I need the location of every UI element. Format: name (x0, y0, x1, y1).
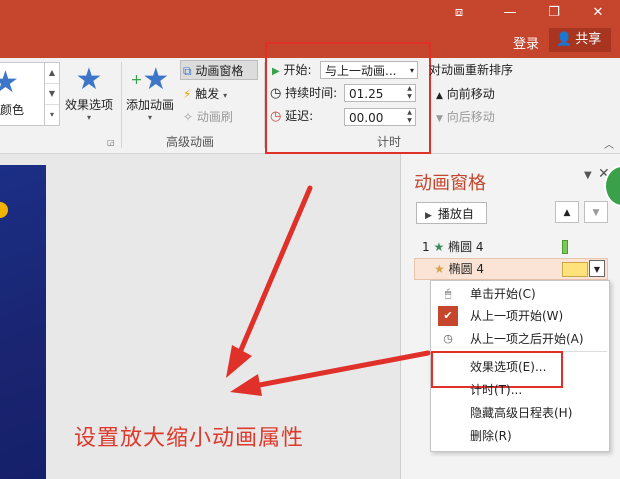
duration-input[interactable]: 01.25 ▲ ▼ (344, 84, 416, 102)
animation-painter-button[interactable]: ✧ 动画刷 (183, 107, 233, 127)
start-label: 开始: (283, 63, 312, 77)
menu-item-timing[interactable]: 计时(T)... (470, 380, 522, 400)
timing-bar (562, 240, 568, 254)
scroll-up-icon[interactable]: ▲ (45, 63, 59, 84)
animation-pane-title: 动画窗格 (414, 173, 486, 194)
star-icon: ★ (434, 262, 445, 276)
spin-down-icon[interactable]: ▼ (404, 93, 415, 101)
start-value: 与上一动画... (325, 64, 397, 78)
down-arrow-icon: ▼ (436, 114, 443, 124)
menu-item-after-previous[interactable]: 从上一项之后开始(A) (470, 329, 584, 349)
mouse-icon: 🖱 (444, 287, 452, 300)
caption-text: 设置放大缩小动画属性 (74, 426, 305, 451)
scroll-down-icon[interactable]: ▼ (45, 84, 59, 105)
animation-pane-icon: ⧉ (183, 64, 192, 78)
effect-options-button[interactable]: ★ 效果选项 ▾ (62, 62, 116, 123)
reorder-title: 对动画重新排序 (429, 63, 514, 77)
animation-painter-label: 动画刷 (196, 110, 233, 124)
menu-item-delete[interactable]: 删除(R) (470, 426, 512, 446)
ribbon-display-icon[interactable]: ⧈ (447, 4, 471, 22)
move-up-button[interactable]: ▲ (555, 201, 579, 223)
ribbon-separator (121, 62, 122, 148)
check-icon: ✔ (438, 306, 458, 326)
move-later-button[interactable]: ▼ 向后移动 (436, 107, 495, 127)
painter-icon: ✧ (183, 110, 194, 124)
play-icon: ▶ (425, 211, 432, 221)
list-item[interactable]: 1 ★ 椭圆 4 (422, 237, 484, 257)
gallery-label: 颜色 (0, 103, 25, 117)
delay-clock-icon: ◷ (270, 109, 282, 124)
start-label-row: ▶ 开始: (272, 60, 312, 80)
play-from-button[interactable]: ▶ 播放自 (416, 202, 487, 224)
delay-label-row: ◷ 延迟: (270, 106, 313, 126)
duration-label-row: ◷ 持续时间: (270, 83, 337, 103)
delay-input[interactable]: 00.00 ▲ ▼ (344, 108, 416, 126)
restore-icon[interactable]: ❐ (542, 4, 566, 22)
menu-item-hide-timeline[interactable]: 隐藏高级日程表(H) (470, 403, 572, 423)
login-link[interactable]: 登录 (513, 33, 539, 52)
animation-gallery[interactable]: ★ 颜色 (0, 62, 45, 126)
share-button[interactable]: 👤 共享 (549, 28, 611, 52)
duration-label: 持续时间: (285, 86, 338, 100)
trigger-button[interactable]: ⚡ 触发 ▾ (183, 84, 227, 104)
timing-bar (562, 262, 588, 277)
advanced-animation-group-label: 高级动画 (166, 135, 215, 149)
animation-pane-label: 动画窗格 (195, 64, 244, 78)
move-later-label: 向后移动 (446, 110, 495, 124)
move-earlier-button[interactable]: ▲ 向前移动 (436, 84, 495, 104)
timing-group-label: 计时 (377, 135, 402, 149)
animation-pane-button[interactable]: ⧉ 动画窗格 (180, 60, 258, 80)
close-icon[interactable]: ✕ (586, 4, 610, 22)
clock-icon: ◷ (443, 332, 453, 345)
star-icon: ★ (75, 62, 103, 97)
item-dropdown-button[interactable]: ▼ (589, 260, 605, 277)
clock-icon: ◷ (270, 86, 282, 101)
user-icon: 👤 (556, 32, 573, 47)
move-earlier-label: 向前移动 (446, 87, 495, 101)
spin-up-icon[interactable]: ▲ (404, 109, 415, 117)
menu-item-on-click[interactable]: 单击开始(C) (470, 284, 536, 304)
list-item[interactable]: ★ 椭圆 4 (434, 259, 484, 279)
duration-spinner[interactable]: ▲ ▼ (404, 85, 415, 101)
chevron-down-icon: ▾ (86, 113, 91, 122)
delay-label: 延迟: (285, 109, 314, 123)
play-icon: ▶ (272, 66, 280, 77)
lightning-icon: ⚡ (183, 87, 192, 101)
item-name: 椭圆 4 (448, 262, 485, 276)
item-number: 1 (422, 240, 430, 254)
star-icon: ★ (0, 65, 19, 100)
chevron-down-icon: ▾ (409, 66, 414, 75)
minimize-icon[interactable]: — (498, 4, 522, 22)
trigger-label: 触发 (195, 87, 220, 101)
collapse-ribbon-icon[interactable]: ︿ (604, 136, 614, 151)
up-arrow-icon: ▲ (436, 91, 443, 101)
item-name: 椭圆 4 (448, 240, 484, 254)
chevron-down-icon: ▾ (223, 91, 228, 100)
move-down-button[interactable]: ▼ (584, 201, 608, 223)
play-from-label: 播放自 (437, 207, 474, 221)
duration-value: 01.25 (349, 87, 384, 101)
share-label: 共享 (575, 32, 602, 47)
menu-item-effect-options[interactable]: 效果选项(E)... (470, 357, 546, 377)
gallery-scroll[interactable]: ▲ ▼ ▾ (44, 62, 60, 126)
dialog-launcher-icon[interactable]: ◲ (107, 138, 115, 147)
add-animation-label: 添加动画 (125, 98, 174, 112)
start-select[interactable]: 与上一动画... ▾ (320, 61, 418, 79)
add-animation-button[interactable]: +★ 添加动画 ▾ (124, 62, 176, 123)
effect-options-label: 效果选项 (64, 98, 113, 112)
spin-up-icon[interactable]: ▲ (404, 85, 415, 93)
pane-options-icon[interactable]: ▼ (584, 170, 592, 181)
star-icon: ★ (433, 240, 445, 254)
chevron-down-icon: ▾ (147, 113, 152, 122)
delay-value: 00.00 (349, 111, 384, 125)
more-icon[interactable]: ▾ (45, 105, 59, 125)
menu-item-with-previous[interactable]: 从上一项开始(W) (470, 306, 563, 326)
spin-down-icon[interactable]: ▼ (404, 117, 415, 125)
add-star-icon: +★ (130, 62, 170, 97)
delay-spinner[interactable]: ▲ ▼ (404, 109, 415, 125)
